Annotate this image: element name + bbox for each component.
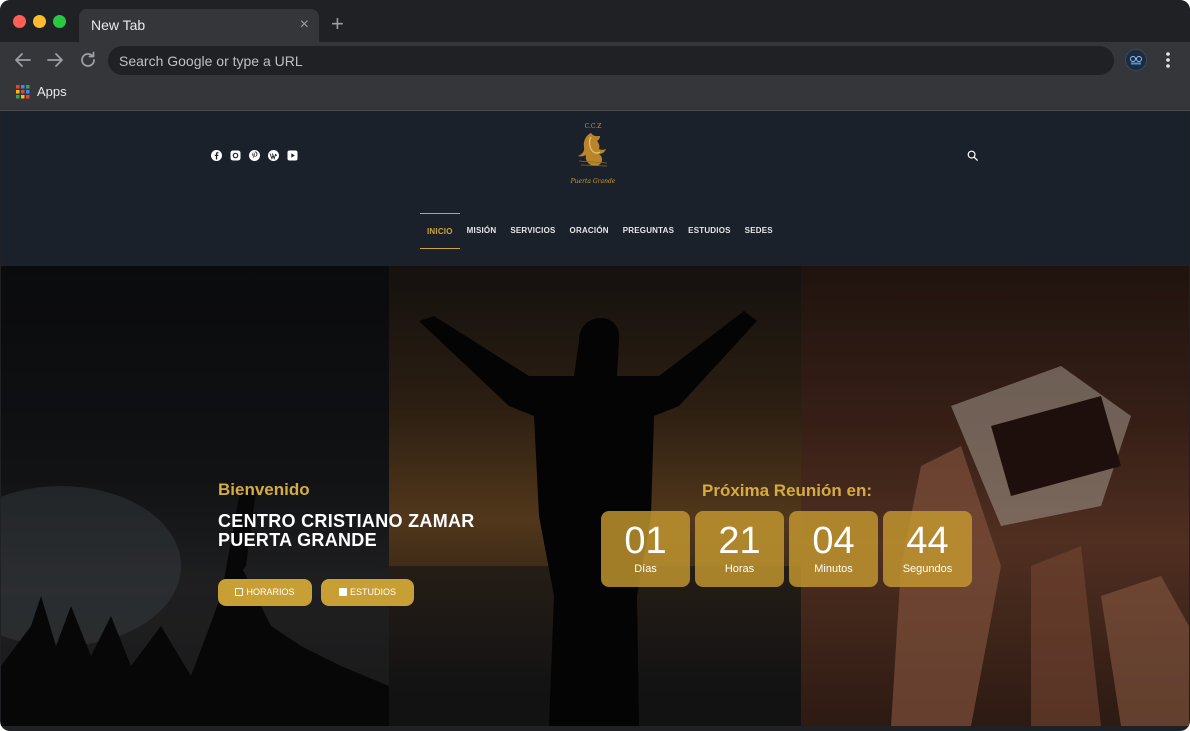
minimize-window-button[interactable] bbox=[33, 15, 46, 28]
reload-icon[interactable] bbox=[76, 48, 100, 72]
horarios-button[interactable]: HORARIOS bbox=[218, 579, 312, 606]
hero-section: Bienvenido CENTRO CRISTIANO ZAMAR PUERTA… bbox=[1, 266, 1189, 726]
browser-menu-icon[interactable] bbox=[1160, 50, 1176, 70]
estudios-label: ESTUDIOS bbox=[349, 587, 396, 597]
facebook-icon[interactable] bbox=[211, 148, 222, 161]
back-arrow-icon[interactable] bbox=[11, 48, 35, 72]
apps-grid-icon[interactable] bbox=[16, 85, 30, 99]
countdown-seconds-label: Segundos bbox=[902, 563, 953, 575]
new-tab-button[interactable]: + bbox=[331, 12, 344, 36]
nav-item-oracion[interactable]: ORACIÓN bbox=[563, 213, 616, 249]
wordpress-icon[interactable] bbox=[268, 148, 279, 161]
profile-avatar-icon[interactable] bbox=[1125, 49, 1147, 71]
book-icon bbox=[338, 588, 347, 596]
page-viewport: C.C.Z Puerta Grande INICIO MISIÓN SERVIC… bbox=[1, 111, 1189, 726]
logo-text-bottom: Puerta Grande bbox=[570, 178, 616, 185]
calendar-icon bbox=[235, 588, 244, 596]
countdown-minutes: 04 Minutos bbox=[789, 511, 878, 587]
bookmarks-bar: Apps bbox=[0, 79, 1190, 111]
tab-new-tab[interactable]: New Tab × bbox=[79, 9, 319, 42]
nav-item-estudios[interactable]: ESTUDIOS bbox=[681, 213, 738, 249]
pinterest-icon[interactable] bbox=[249, 148, 260, 161]
countdown-heading: Próxima Reunión en: bbox=[702, 481, 873, 500]
tab-title: New Tab bbox=[91, 17, 146, 33]
social-links bbox=[211, 148, 298, 161]
countdown-days-label: Días bbox=[634, 563, 657, 575]
countdown-minutes-label: Minutos bbox=[814, 563, 853, 575]
welcome-heading: Bienvenido bbox=[218, 480, 310, 499]
bookmark-apps[interactable]: Apps bbox=[37, 84, 67, 99]
instagram-icon[interactable] bbox=[230, 148, 241, 161]
countdown-hours: 21 Horas bbox=[695, 511, 784, 587]
church-title-line2: PUERTA GRANDE bbox=[218, 530, 377, 550]
tab-strip: New Tab × + bbox=[0, 0, 1190, 42]
address-bar[interactable]: Search Google or type a URL bbox=[108, 46, 1114, 75]
nav-item-mision[interactable]: MISIÓN bbox=[460, 213, 504, 249]
close-window-button[interactable] bbox=[13, 15, 26, 28]
main-navigation: INICIO MISIÓN SERVICIOS ORACIÓN PREGUNTA… bbox=[420, 213, 780, 249]
nav-item-sedes[interactable]: SEDES bbox=[738, 213, 780, 249]
nav-item-inicio[interactable]: INICIO bbox=[420, 213, 460, 249]
maximize-window-button[interactable] bbox=[53, 15, 66, 28]
countdown-hours-value: 21 bbox=[718, 520, 761, 562]
nav-item-preguntas[interactable]: PREGUNTAS bbox=[616, 213, 681, 249]
logo-text-top: C.C.Z bbox=[585, 123, 602, 130]
countdown-seconds: 44 Segundos bbox=[883, 511, 972, 587]
address-bar-placeholder: Search Google or type a URL bbox=[119, 53, 303, 69]
browser-window: New Tab × + Search Google or type a URL bbox=[0, 0, 1190, 731]
nav-item-servicios[interactable]: SERVICIOS bbox=[503, 213, 562, 249]
browser-toolbar: Search Google or type a URL bbox=[0, 42, 1190, 79]
tab-close-icon[interactable]: × bbox=[300, 15, 309, 35]
estudios-button[interactable]: ESTUDIOS bbox=[321, 579, 414, 606]
youtube-icon[interactable] bbox=[287, 148, 298, 161]
countdown-days-value: 01 bbox=[624, 520, 667, 562]
countdown-minutes-value: 04 bbox=[812, 520, 855, 562]
countdown-days: 01 Días bbox=[601, 511, 690, 587]
forward-arrow-icon[interactable] bbox=[43, 48, 67, 72]
hero-overlay bbox=[1, 266, 1189, 726]
search-icon[interactable] bbox=[967, 148, 978, 161]
site-logo[interactable]: C.C.Z Puerta Grande bbox=[567, 121, 619, 187]
countdown-seconds-value: 44 bbox=[906, 520, 949, 562]
church-title-line1: CENTRO CRISTIANO ZAMAR bbox=[218, 511, 475, 531]
countdown-hours-label: Horas bbox=[724, 563, 755, 575]
site-header: C.C.Z Puerta Grande INICIO MISIÓN SERVIC… bbox=[1, 111, 1189, 266]
horarios-label: HORARIOS bbox=[246, 587, 295, 597]
